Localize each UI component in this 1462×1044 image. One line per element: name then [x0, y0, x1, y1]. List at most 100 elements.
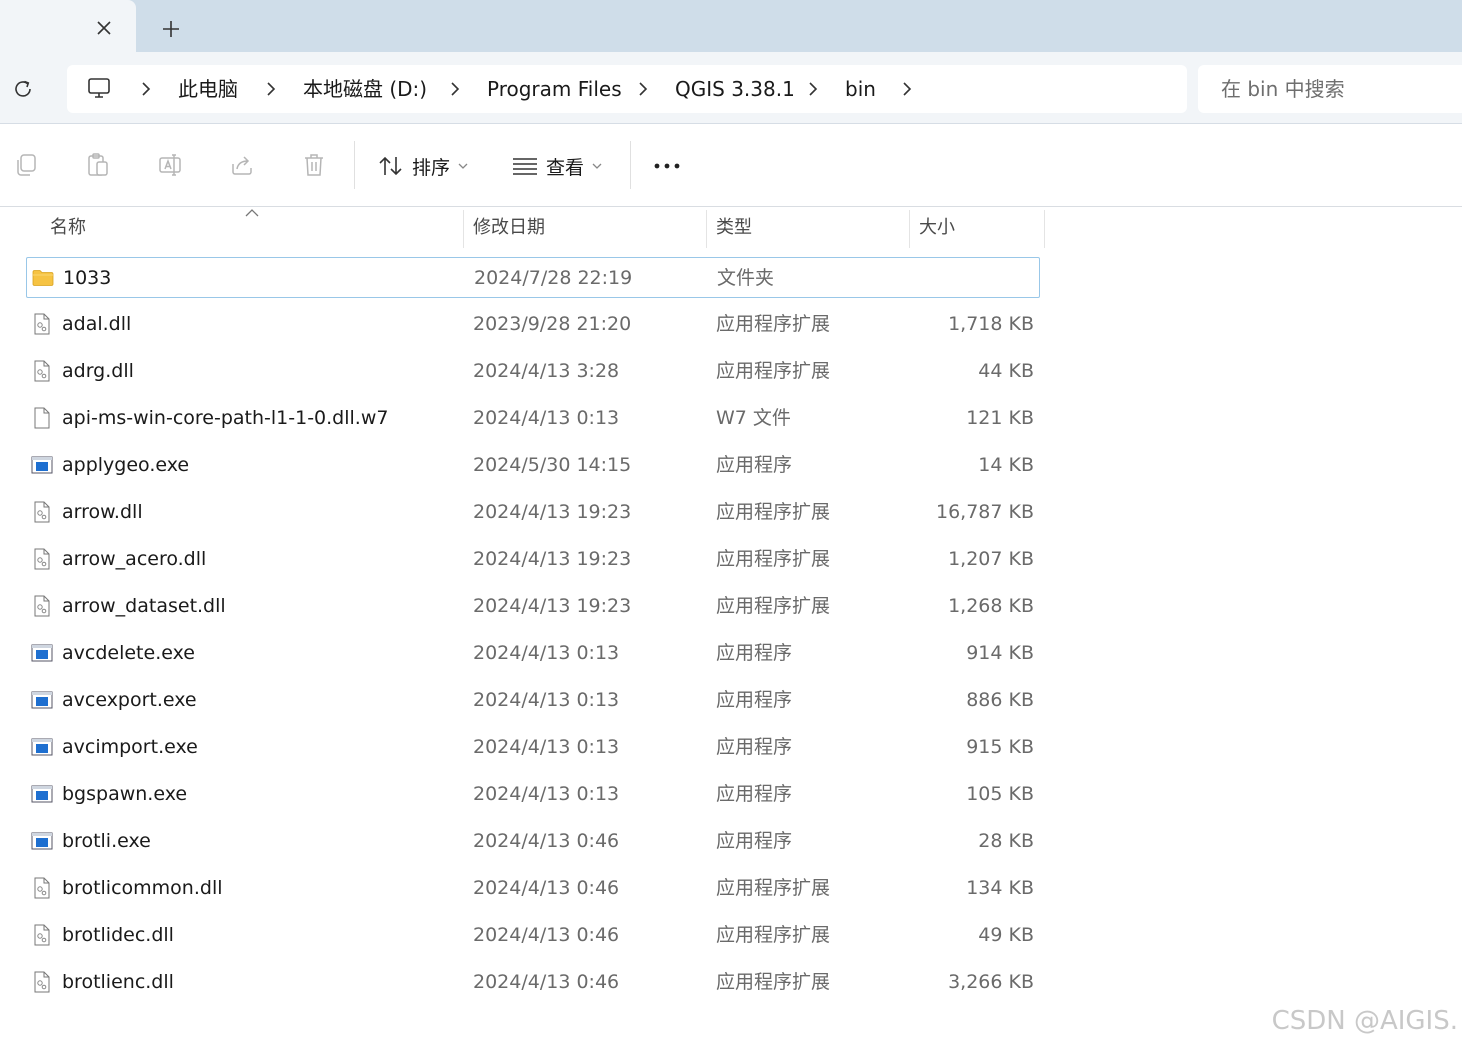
address-bar[interactable]: 此电脑 本地磁盘 (D:) Program Files QGIS 3.38.1 … [67, 65, 1187, 113]
file-name: brotli.exe [62, 830, 151, 852]
file-name: arrow.dll [62, 501, 143, 523]
view-label: 查看 [546, 156, 585, 179]
view-list-icon [513, 158, 537, 175]
sort-icon [379, 156, 402, 176]
rename-icon[interactable] [156, 151, 184, 179]
file-row[interactable]: adal.dll 2023/9/28 21:20 应用程序扩展 1,718 KB [26, 304, 1040, 345]
file-type: 应用程序 [716, 689, 793, 711]
file-name: brotlidec.dll [62, 924, 174, 946]
close-icon[interactable] [90, 14, 118, 42]
file-row[interactable]: brotlienc.dll 2024/4/13 0:46 应用程序扩展 3,266 K… [26, 962, 1040, 1003]
sort-label: 排序 [412, 156, 451, 179]
command-bar: 排序 查看 [0, 125, 1462, 207]
file-name: avcimport.exe [62, 736, 198, 758]
refresh-button[interactable] [8, 74, 38, 104]
dll-file-icon [31, 548, 53, 570]
more-options-button[interactable] [650, 151, 684, 181]
file-date: 2024/4/13 0:13 [473, 642, 620, 664]
file-size: 28 KB [978, 830, 1034, 852]
breadcrumb-bin[interactable]: bin [845, 65, 876, 113]
file-name: adrg.dll [62, 360, 134, 382]
tab-strip [0, 0, 1462, 52]
toolbar-divider [630, 141, 631, 189]
breadcrumb-local-disk[interactable]: 本地磁盘 (D:) [303, 65, 427, 113]
file-date: 2024/4/13 0:46 [473, 877, 620, 899]
chevron-right-icon[interactable] [264, 81, 278, 97]
file-name: arrow_dataset.dll [62, 595, 226, 617]
copy-icon[interactable] [12, 151, 40, 179]
file-size: 1,268 KB [948, 595, 1034, 617]
file-size: 1,207 KB [948, 548, 1034, 570]
file-row[interactable]: bgspawn.exe 2024/4/13 0:13 应用程序 105 KB [26, 774, 1040, 815]
file-date: 2024/4/13 0:46 [473, 830, 620, 852]
watermark: CSDN @AIGIS. [1271, 1006, 1458, 1036]
chevron-right-icon[interactable] [636, 81, 650, 97]
file-name: 1033 [63, 267, 112, 289]
file-row[interactable]: api-ms-win-core-path-l1-1-0.dll.w7 2024/4… [26, 398, 1040, 439]
file-type: 应用程序扩展 [716, 501, 831, 523]
file-size: 16,787 KB [935, 501, 1034, 523]
column-header-name[interactable]: 名称 [40, 208, 463, 248]
chevron-right-icon[interactable] [806, 81, 820, 97]
dll-file-icon [31, 924, 53, 946]
file-size: 121 KB [966, 407, 1034, 429]
file-date: 2024/4/13 0:46 [473, 971, 620, 993]
file-size: 44 KB [978, 360, 1034, 382]
file-row[interactable]: brotli.exe 2024/4/13 0:46 应用程序 28 KB [26, 821, 1040, 862]
sort-button[interactable]: 排序 [378, 149, 468, 183]
paste-icon[interactable] [84, 151, 112, 179]
file-type: 应用程序扩展 [716, 595, 831, 617]
dll-file-icon [31, 313, 53, 335]
file-size: 886 KB [966, 689, 1034, 711]
chevron-down-icon [458, 163, 468, 169]
breadcrumb-this-pc[interactable]: 此电脑 [178, 65, 238, 113]
exe-file-icon [31, 642, 53, 664]
file-row[interactable]: applygeo.exe 2024/5/30 14:15 应用程序 14 KB [26, 445, 1040, 486]
dll-file-icon [31, 595, 53, 617]
tab-current[interactable] [0, 0, 136, 52]
column-header-type[interactable]: 类型 [706, 208, 909, 248]
file-type: 应用程序扩展 [716, 360, 831, 382]
file-date: 2024/4/13 19:23 [473, 595, 632, 617]
file-name: brotlicommon.dll [62, 877, 223, 899]
file-date: 2024/4/13 19:23 [473, 548, 632, 570]
file-name: adal.dll [62, 313, 132, 335]
file-row[interactable]: avcimport.exe 2024/4/13 0:13 应用程序 915 KB [26, 727, 1040, 768]
file-row[interactable]: arrow_acero.dll 2024/4/13 19:23 应用程序扩展 1,20… [26, 539, 1040, 580]
file-row[interactable]: avcdelete.exe 2024/4/13 0:13 应用程序 914 KB [26, 633, 1040, 674]
file-date: 2024/7/28 22:19 [474, 267, 633, 289]
file-name: brotlienc.dll [62, 971, 174, 993]
computer-icon[interactable] [87, 77, 113, 101]
file-row[interactable]: avcexport.exe 2024/4/13 0:13 应用程序 886 KB [26, 680, 1040, 721]
breadcrumb-qgis[interactable]: QGIS 3.38.1 [675, 65, 795, 113]
chevron-right-icon[interactable] [139, 81, 153, 97]
delete-icon[interactable] [300, 151, 328, 179]
file-name: avcdelete.exe [62, 642, 195, 664]
search-input[interactable]: 在 bin 中搜索 [1198, 65, 1462, 113]
column-header-size[interactable]: 大小 [909, 208, 1044, 248]
file-type: W7 文件 [716, 407, 791, 429]
file-row[interactable]: 1033 2024/7/28 22:19 文件夹 [26, 257, 1040, 298]
file-size: 14 KB [978, 454, 1034, 476]
file-size: 49 KB [978, 924, 1034, 946]
column-divider[interactable] [1044, 210, 1045, 248]
chevron-right-icon[interactable] [448, 81, 462, 97]
column-header-date[interactable]: 修改日期 [463, 208, 706, 248]
chevron-right-icon[interactable] [900, 81, 914, 97]
file-size: 105 KB [966, 783, 1034, 805]
file-date: 2024/4/13 19:23 [473, 501, 632, 523]
file-row[interactable]: brotlicommon.dll 2024/4/13 0:46 应用程序扩展 134 … [26, 868, 1040, 909]
file-row[interactable]: arrow.dll 2024/4/13 19:23 应用程序扩展 16,787 KB [26, 492, 1040, 533]
file-row[interactable]: adrg.dll 2024/4/13 3:28 应用程序扩展 44 KB [26, 351, 1040, 392]
file-row[interactable]: arrow_dataset.dll 2024/4/13 19:23 应用程序扩展 1,… [26, 586, 1040, 627]
breadcrumb-program-files[interactable]: Program Files [487, 65, 622, 113]
exe-file-icon [31, 736, 53, 758]
more-icon [654, 163, 680, 169]
file-size: 1,718 KB [948, 313, 1034, 335]
view-button[interactable]: 查看 [512, 149, 602, 183]
file-date: 2024/4/13 3:28 [473, 360, 620, 382]
file-date: 2024/4/13 0:13 [473, 783, 620, 805]
file-row[interactable]: brotlidec.dll 2024/4/13 0:46 应用程序扩展 49 KB [26, 915, 1040, 956]
new-tab-button[interactable] [156, 14, 186, 44]
share-icon[interactable] [228, 151, 256, 179]
